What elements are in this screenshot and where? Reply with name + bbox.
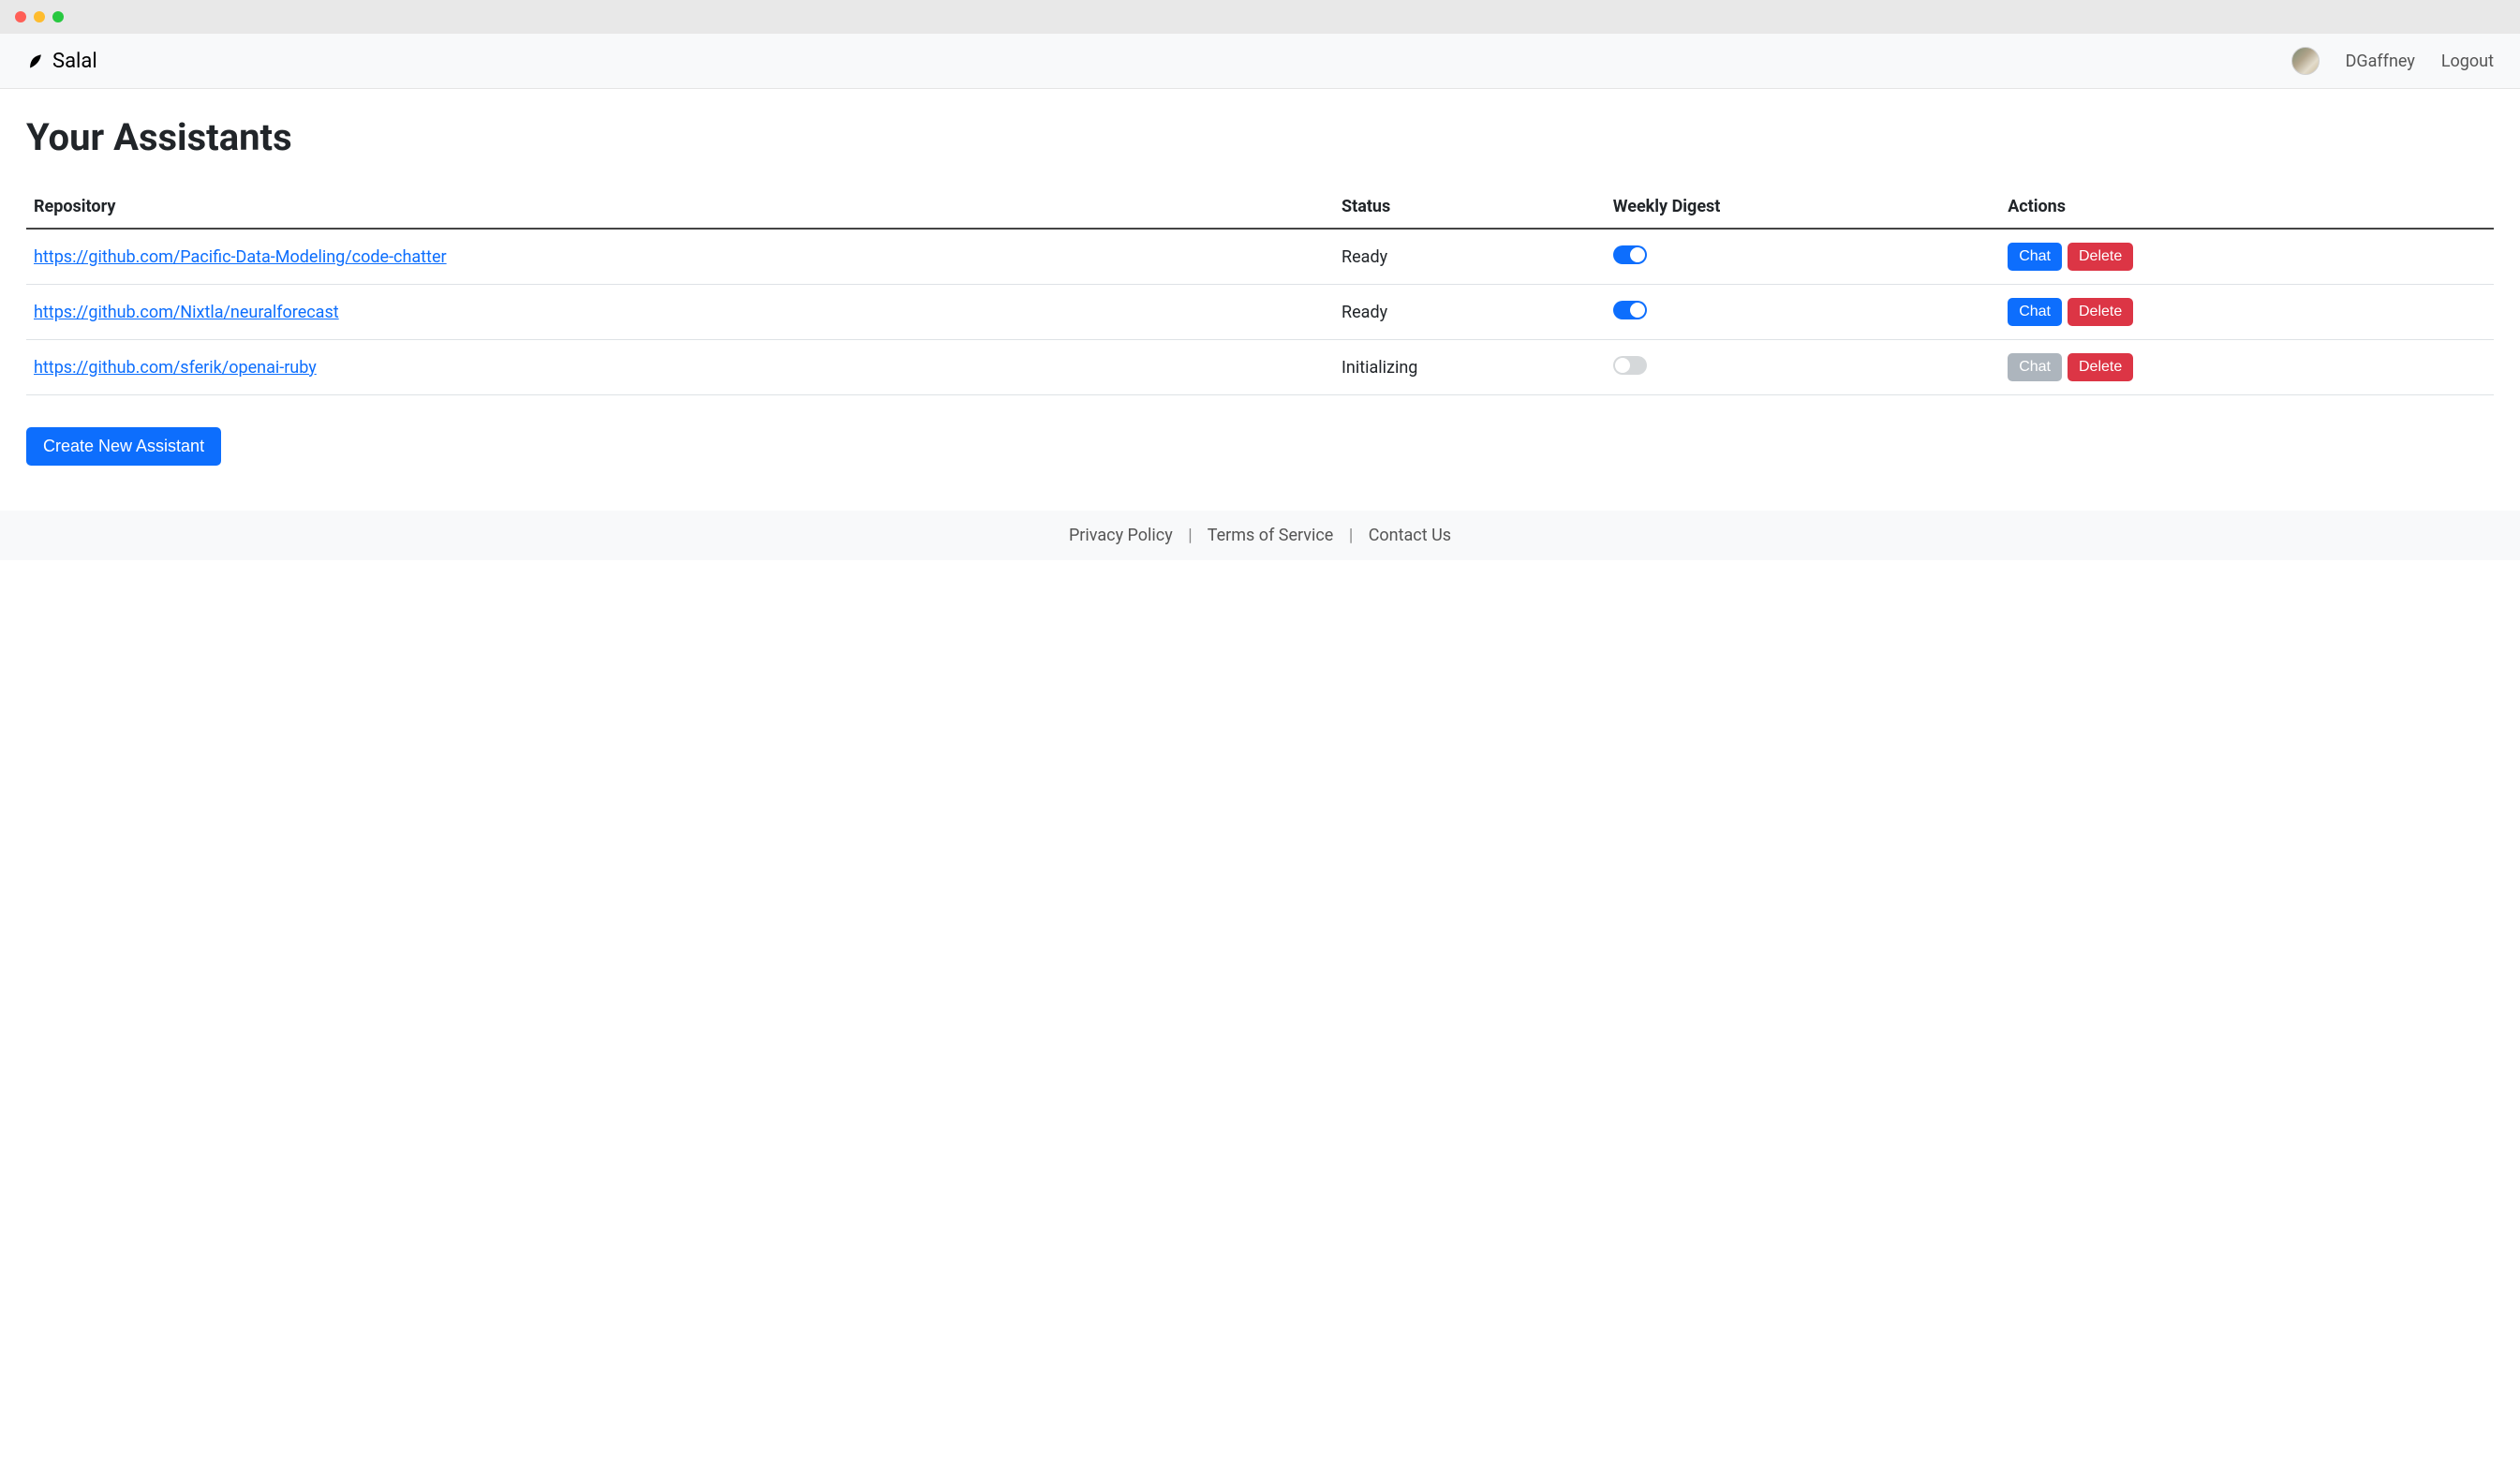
footer-sep: | xyxy=(1188,526,1192,545)
status-cell: Ready xyxy=(1334,229,1606,285)
status-cell: Ready xyxy=(1334,285,1606,340)
create-assistant-button[interactable]: Create New Assistant xyxy=(26,427,221,466)
weekly-digest-toggle[interactable] xyxy=(1613,245,1647,264)
nav-username[interactable]: DGaffney xyxy=(2346,52,2415,71)
weekly-digest-toggle[interactable] xyxy=(1613,356,1647,375)
footer: Privacy Policy | Terms of Service | Cont… xyxy=(0,511,2520,560)
table-row: https://github.com/Nixtla/neuralforecast… xyxy=(26,285,2494,340)
weekly-digest-toggle[interactable] xyxy=(1613,301,1647,319)
th-repository: Repository xyxy=(26,186,1334,229)
avatar[interactable] xyxy=(2291,47,2320,75)
brand-name: Salal xyxy=(52,50,97,73)
window-minimize-icon[interactable] xyxy=(34,11,45,22)
th-status: Status xyxy=(1334,186,1606,229)
th-actions: Actions xyxy=(2000,186,2494,229)
repo-link[interactable]: https://github.com/Pacific-Data-Modeling… xyxy=(34,247,447,267)
footer-terms[interactable]: Terms of Service xyxy=(1208,526,1334,545)
repo-link[interactable]: https://github.com/Nixtla/neuralforecast xyxy=(34,303,339,322)
nav-right: DGaffney Logout xyxy=(2291,47,2494,75)
page-title: Your Assistants xyxy=(26,115,2494,159)
toggle-knob-icon xyxy=(1630,247,1645,262)
brand[interactable]: Salal xyxy=(26,50,97,73)
nav-logout[interactable]: Logout xyxy=(2441,52,2494,71)
table-row: https://github.com/sferik/openai-ruby Ini… xyxy=(26,340,2494,395)
repo-link[interactable]: https://github.com/sferik/openai-ruby xyxy=(34,358,317,378)
toggle-knob-icon xyxy=(1615,358,1630,373)
th-digest: Weekly Digest xyxy=(1606,186,2000,229)
chat-button[interactable]: Chat xyxy=(2008,243,2062,271)
chat-button[interactable]: Chat xyxy=(2008,298,2062,326)
window-close-icon[interactable] xyxy=(15,11,26,22)
delete-button[interactable]: Delete xyxy=(2068,298,2133,326)
navbar: Salal DGaffney Logout xyxy=(0,34,2520,89)
table-row: https://github.com/Pacific-Data-Modeling… xyxy=(26,229,2494,285)
leaf-icon xyxy=(26,52,45,70)
footer-contact[interactable]: Contact Us xyxy=(1369,526,1451,545)
delete-button[interactable]: Delete xyxy=(2068,353,2133,381)
delete-button[interactable]: Delete xyxy=(2068,243,2133,271)
window-zoom-icon[interactable] xyxy=(52,11,64,22)
toggle-knob-icon xyxy=(1630,303,1645,318)
assistants-table: Repository Status Weekly Digest Actions … xyxy=(26,186,2494,395)
footer-sep: | xyxy=(1349,526,1353,545)
status-cell: Initializing xyxy=(1334,340,1606,395)
main-content: Your Assistants Repository Status Weekly… xyxy=(0,89,2520,492)
chat-button: Chat xyxy=(2008,353,2062,381)
footer-privacy[interactable]: Privacy Policy xyxy=(1069,526,1173,545)
window-chrome xyxy=(0,0,2520,34)
